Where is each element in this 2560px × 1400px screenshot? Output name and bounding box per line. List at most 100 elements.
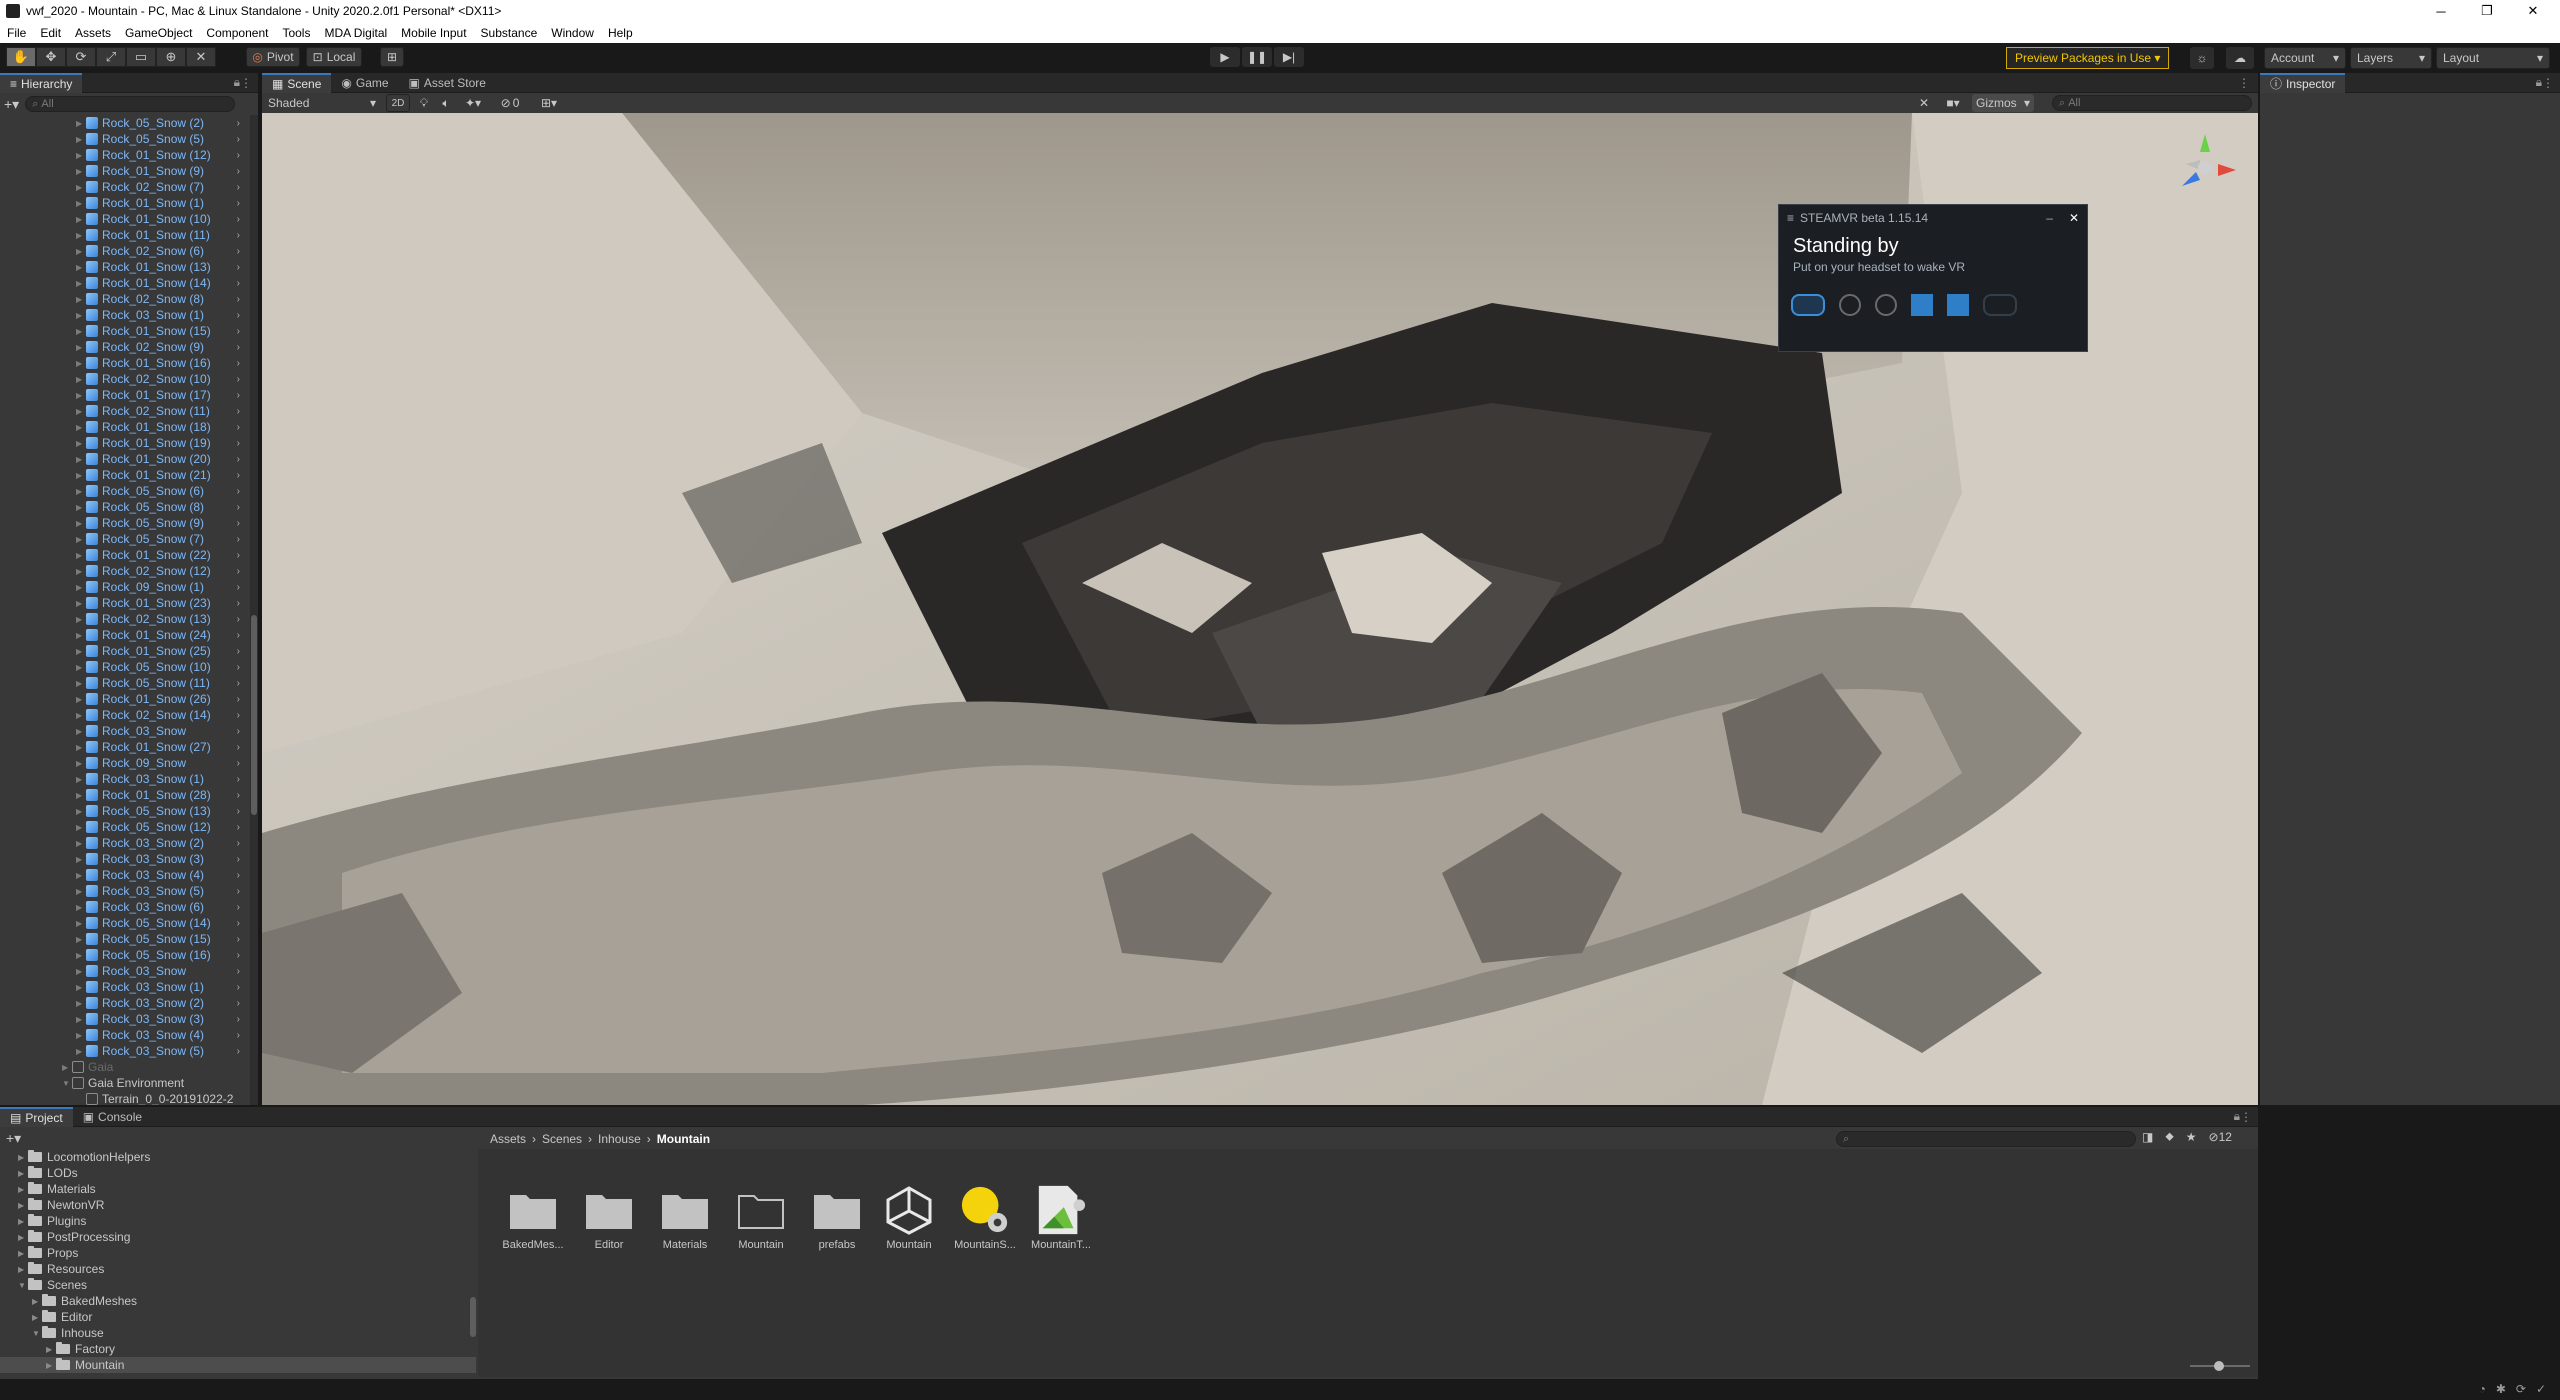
chevron-right-icon[interactable]: ›: [237, 838, 240, 849]
chevron-right-icon[interactable]: ›: [237, 774, 240, 785]
hierarchy-item[interactable]: ▶ Rock_01_Snow (19) ›: [0, 435, 248, 451]
tools-icon[interactable]: ✕: [1914, 94, 1934, 112]
expand-arrow-icon[interactable]: ▶: [76, 231, 86, 240]
chevron-right-icon[interactable]: ›: [237, 422, 240, 433]
expand-arrow-icon[interactable]: ▶: [32, 1297, 42, 1306]
expand-arrow-icon[interactable]: ▶: [76, 727, 86, 736]
scene-search-input[interactable]: ⌕ All: [2052, 95, 2252, 111]
hierarchy-item[interactable]: ▶ Rock_01_Snow (13) ›: [0, 259, 248, 275]
expand-arrow-icon[interactable]: ▶: [76, 695, 86, 704]
expand-arrow-icon[interactable]: ▶: [76, 743, 86, 752]
project-folder-item[interactable]: ▶ PostProcessing: [0, 1229, 476, 1245]
asset-prefabs[interactable]: prefabs: [802, 1185, 872, 1251]
hierarchy-item[interactable]: ▶ Rock_05_Snow (11) ›: [0, 675, 248, 691]
chevron-right-icon[interactable]: ›: [237, 118, 240, 129]
grid-snap-icon[interactable]: ⊞: [380, 47, 404, 67]
cloud-icon[interactable]: ☁: [2226, 47, 2254, 69]
chevron-right-icon[interactable]: ›: [237, 806, 240, 817]
scale-tool-icon[interactable]: ⤢: [96, 47, 126, 67]
breadcrumb-assets[interactable]: Assets: [490, 1132, 526, 1146]
chevron-right-icon[interactable]: ›: [237, 406, 240, 417]
steamvr-status-window[interactable]: ≡ STEAMVR beta 1.15.14 – ✕ Standing by P…: [1778, 204, 2088, 352]
chevron-right-icon[interactable]: ›: [237, 438, 240, 449]
expand-arrow-icon[interactable]: ▶: [18, 1249, 28, 1258]
hierarchy-item[interactable]: ▶ Rock_01_Snow (25) ›: [0, 643, 248, 659]
add-icon[interactable]: +▾: [6, 1130, 21, 1147]
pivot-toggle[interactable]: ◎ Pivot: [246, 47, 300, 67]
tab-asset-store[interactable]: ▣ Asset Store: [399, 73, 496, 93]
hierarchy-item[interactable]: ▶ Rock_01_Snow (14) ›: [0, 275, 248, 291]
asset-editor[interactable]: Editor: [574, 1185, 644, 1251]
hierarchy-item[interactable]: ▶ Rock_05_Snow (14) ›: [0, 915, 248, 931]
menu-mda-digital[interactable]: MDA Digital: [317, 26, 394, 40]
expand-arrow-icon[interactable]: ▶: [76, 1015, 86, 1024]
menu-file[interactable]: File: [0, 26, 33, 40]
chevron-right-icon[interactable]: ›: [237, 342, 240, 353]
hierarchy-item[interactable]: ▶ Gaia: [0, 1059, 248, 1075]
asset-mountain-settings[interactable]: MountainS...: [950, 1185, 1020, 1251]
hierarchy-item[interactable]: ▶ Rock_03_Snow ›: [0, 723, 248, 739]
asset-mountain-folder[interactable]: Mountain: [726, 1185, 796, 1251]
add-icon[interactable]: +▾: [4, 96, 19, 113]
collab-icon[interactable]: ⟳: [2516, 1382, 2526, 1396]
chevron-right-icon[interactable]: ›: [237, 630, 240, 641]
tab-game[interactable]: ◉ Game: [331, 73, 398, 93]
breadcrumb-mountain[interactable]: Mountain: [657, 1132, 710, 1146]
hierarchy-item[interactable]: ▶ Rock_01_Snow (18) ›: [0, 419, 248, 435]
menu-help[interactable]: Help: [601, 26, 640, 40]
chevron-right-icon[interactable]: ›: [237, 326, 240, 337]
orientation-gizmo[interactable]: [2170, 130, 2240, 200]
asset-bakedmeshes[interactable]: BakedMes...: [498, 1185, 568, 1251]
expand-arrow-icon[interactable]: ▶: [76, 183, 86, 192]
scene-viewport[interactable]: ≡ STEAMVR beta 1.15.14 – ✕ Standing by P…: [262, 113, 2258, 1105]
hierarchy-item[interactable]: ▶ Rock_05_Snow (16) ›: [0, 947, 248, 963]
hierarchy-search-input[interactable]: ⌕ All: [25, 96, 236, 112]
chevron-right-icon[interactable]: ›: [237, 950, 240, 961]
expand-arrow-icon[interactable]: ▶: [76, 263, 86, 272]
expand-arrow-icon[interactable]: ▶: [76, 407, 86, 416]
rotate-tool-icon[interactable]: ⟳: [66, 47, 96, 67]
expand-arrow-icon[interactable]: ▶: [76, 711, 86, 720]
chevron-right-icon[interactable]: ›: [237, 710, 240, 721]
expand-arrow-icon[interactable]: ▶: [76, 951, 86, 960]
hierarchy-item[interactable]: ▶ Rock_03_Snow (4) ›: [0, 1027, 248, 1043]
expand-arrow-icon[interactable]: ▶: [18, 1265, 28, 1274]
hierarchy-item[interactable]: ▶ Rock_02_Snow (13) ›: [0, 611, 248, 627]
tree-scroll-thumb[interactable]: [470, 1297, 476, 1337]
project-folder-item[interactable]: ▶ LODs: [0, 1165, 476, 1181]
tab-scene[interactable]: ▦ Scene: [262, 72, 332, 93]
custom-tool-icon[interactable]: ✕: [186, 47, 216, 67]
hierarchy-item[interactable]: ▶ Rock_05_Snow (10) ›: [0, 659, 248, 675]
hierarchy-item[interactable]: ▶ Rock_03_Snow ›: [0, 963, 248, 979]
chevron-right-icon[interactable]: ›: [237, 742, 240, 753]
expand-arrow-icon[interactable]: ▶: [76, 247, 86, 256]
expand-arrow-icon[interactable]: ▼: [18, 1281, 28, 1290]
expand-arrow-icon[interactable]: ▶: [76, 519, 86, 528]
hierarchy-item[interactable]: ▶ Rock_01_Snow (27) ›: [0, 739, 248, 755]
tab-project[interactable]: ▤ Project: [0, 1106, 73, 1127]
expand-arrow-icon[interactable]: ▶: [46, 1361, 56, 1370]
expand-arrow-icon[interactable]: ▶: [76, 775, 86, 784]
expand-arrow-icon[interactable]: ▶: [18, 1153, 28, 1162]
hierarchy-item[interactable]: ▶ Rock_01_Snow (24) ›: [0, 627, 248, 643]
expand-arrow-icon[interactable]: ▶: [76, 679, 86, 688]
expand-arrow-icon[interactable]: ▶: [76, 1047, 86, 1056]
asset-mountain-scene[interactable]: Mountain: [874, 1185, 944, 1251]
chevron-right-icon[interactable]: ›: [237, 518, 240, 529]
hierarchy-item[interactable]: Terrain_0_0-20191022-2: [0, 1091, 248, 1105]
hierarchy-item[interactable]: ▶ Rock_02_Snow (11) ›: [0, 403, 248, 419]
hierarchy-item[interactable]: ▶ Rock_05_Snow (7) ›: [0, 531, 248, 547]
expand-arrow-icon[interactable]: ▶: [76, 327, 86, 336]
hierarchy-item[interactable]: ▶ Rock_03_Snow (1) ›: [0, 307, 248, 323]
menu-mobile-input[interactable]: Mobile Input: [394, 26, 473, 40]
more-options-icon[interactable]: ⋮: [2240, 1110, 2252, 1124]
expand-arrow-icon[interactable]: ▶: [76, 391, 86, 400]
move-tool-icon[interactable]: ✥: [36, 47, 66, 67]
project-folder-item[interactable]: ▶ Resources: [0, 1261, 476, 1277]
chevron-right-icon[interactable]: ›: [237, 198, 240, 209]
expand-arrow-icon[interactable]: ▶: [18, 1201, 28, 1210]
chevron-right-icon[interactable]: ›: [237, 470, 240, 481]
2d-toggle[interactable]: 2D: [386, 94, 410, 112]
hierarchy-item[interactable]: ▶ Rock_01_Snow (12) ›: [0, 147, 248, 163]
chevron-right-icon[interactable]: ›: [237, 166, 240, 177]
